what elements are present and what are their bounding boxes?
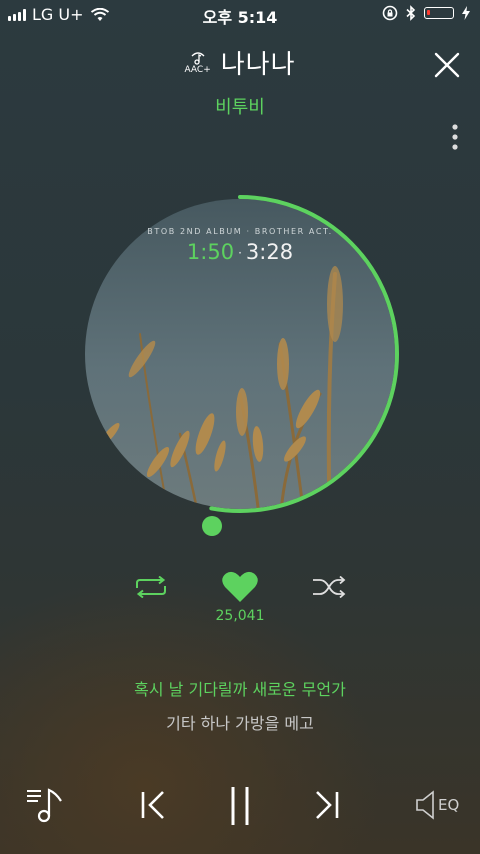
- eq-label: EQ: [438, 796, 460, 814]
- previous-button[interactable]: [138, 790, 168, 824]
- title-row: AAC+ 나나나: [0, 44, 480, 81]
- lyrics-panel[interactable]: 혹시 날 기다릴까 새로운 무언가 기타 하나 가방을 메고: [0, 676, 480, 734]
- album-title: BTOB 2ND ALBUM · BROTHER ACT.: [147, 227, 333, 236]
- total-time: 3:28: [245, 240, 294, 264]
- time-display: 1:50 · 3:28: [80, 240, 400, 264]
- battery-icon: [424, 7, 454, 19]
- more-vertical-icon[interactable]: [450, 122, 460, 152]
- shuffle-icon[interactable]: [312, 576, 346, 598]
- lyric-next-line: 기타 하나 가방을 메고: [166, 714, 314, 733]
- progress-handle[interactable]: [201, 515, 223, 537]
- time-separator: ·: [238, 246, 242, 260]
- previous-icon: [141, 791, 164, 819]
- speaker-eq-icon: [416, 790, 434, 820]
- artist-name[interactable]: 비투비: [0, 93, 480, 119]
- track-header: AAC+ 나나나 비투비: [0, 44, 480, 119]
- pause-icon: [231, 787, 249, 825]
- bluetooth-icon: [406, 5, 416, 21]
- rotation-lock-icon: [382, 5, 398, 21]
- heart-icon[interactable]: [221, 570, 259, 604]
- next-button[interactable]: [312, 790, 342, 824]
- status-bar: LG U+ 오후 5:14: [0, 0, 480, 28]
- next-icon: [316, 791, 339, 819]
- playlist-button[interactable]: [26, 784, 66, 828]
- charging-icon: [462, 6, 470, 20]
- battery-level: [427, 10, 430, 15]
- status-right: [382, 5, 470, 21]
- current-time: 1:50: [186, 240, 235, 264]
- like-count: 25,041: [215, 608, 265, 624]
- playback-bar: EQ: [0, 784, 480, 834]
- quality-label: AAC+: [184, 64, 211, 75]
- close-icon[interactable]: [432, 50, 462, 80]
- quality-badge: AAC+: [185, 51, 211, 75]
- pause-button[interactable]: [226, 786, 254, 830]
- lyric-current-line: 혹시 날 기다릴까 새로운 무언가: [134, 680, 346, 699]
- eq-button[interactable]: EQ: [414, 790, 459, 820]
- song-title: 나나나: [220, 50, 296, 80]
- repeat-icon[interactable]: [134, 576, 168, 598]
- music-note-icon: [191, 51, 205, 65]
- album-info: BTOB 2ND ALBUM · BROTHER ACT. 1:50 · 3:28: [80, 227, 400, 264]
- playlist-icon: [27, 788, 62, 823]
